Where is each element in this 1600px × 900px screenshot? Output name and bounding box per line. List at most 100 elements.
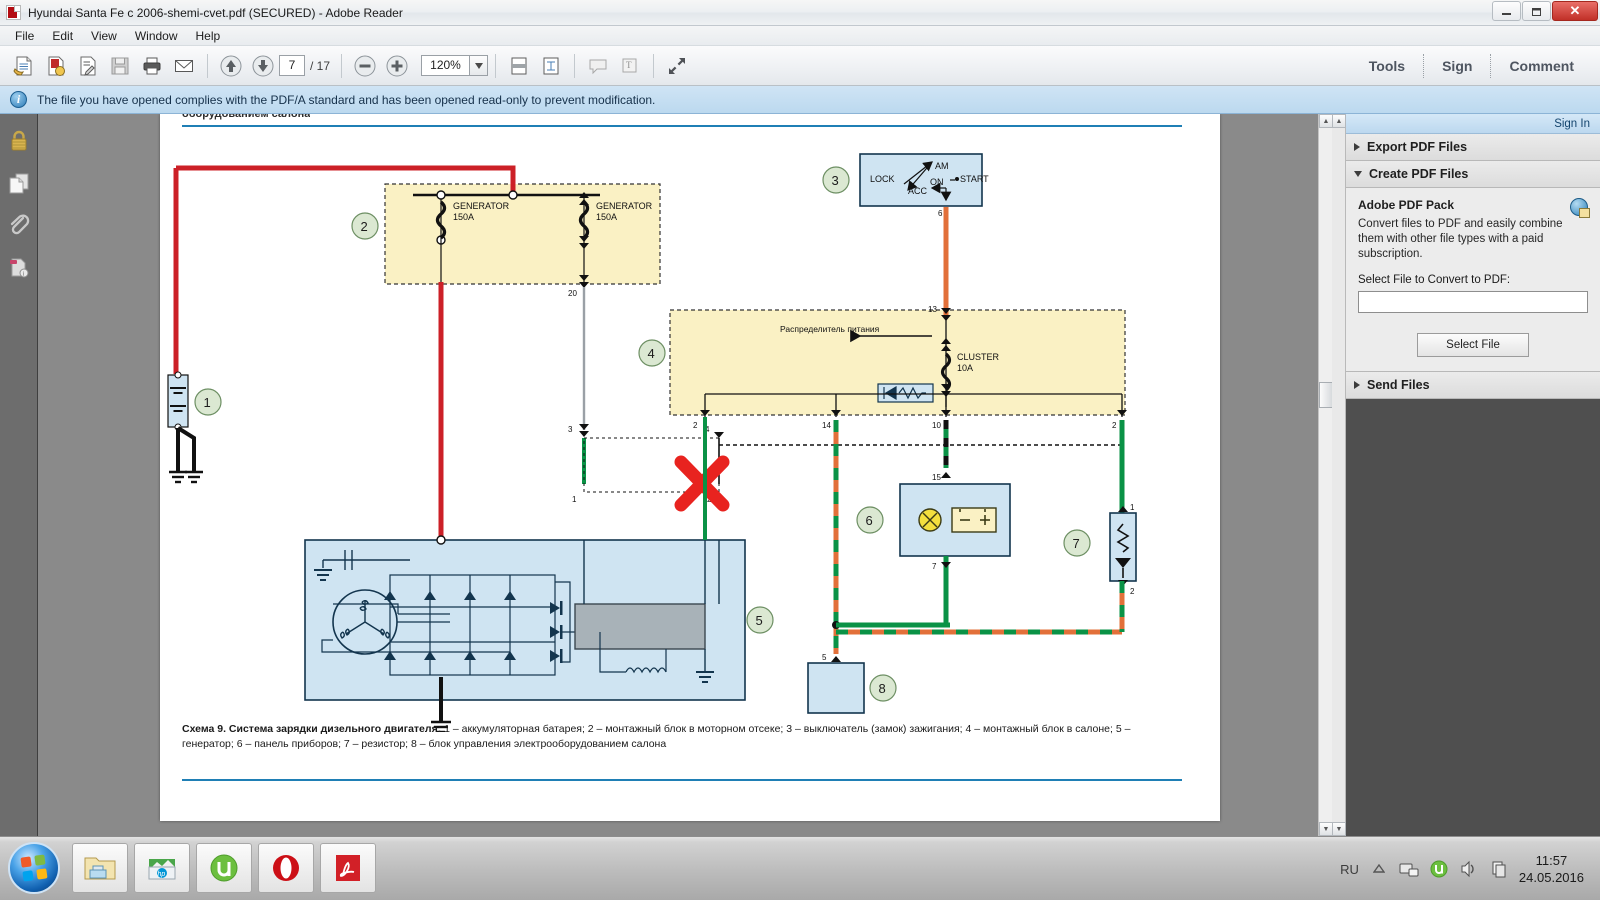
open-file-icon[interactable]: [9, 51, 39, 81]
window-title: Hyundai Santa Fe c 2006-shemi-cvet.pdf (…: [28, 5, 403, 20]
zoom-level-input[interactable]: 120%: [421, 55, 470, 76]
pin-13-label: 13: [928, 305, 937, 314]
sticky-note-icon[interactable]: [583, 51, 613, 81]
page-cutoff-text: оборудованием салона: [182, 114, 311, 120]
scrollbar-thumb[interactable]: [1319, 382, 1333, 408]
language-indicator[interactable]: RU: [1340, 862, 1359, 877]
edit-pdf-icon[interactable]: [73, 51, 103, 81]
pin-2-left-label: 2: [693, 421, 698, 430]
chevron-down-icon[interactable]: [469, 55, 489, 76]
document-viewport[interactable]: оборудованием салона GENERATOR 150A GENE…: [38, 114, 1332, 836]
ignition-start-label: START: [960, 174, 989, 184]
fit-page-icon[interactable]: [536, 51, 566, 81]
page-total-label: / 17: [310, 58, 331, 73]
menu-bar: File Edit View Window Help: [0, 26, 1600, 46]
comment-button[interactable]: Comment: [1491, 54, 1592, 78]
pin-15-label: 15: [932, 473, 941, 482]
callout-1: 1: [194, 388, 222, 416]
menu-view[interactable]: View: [82, 28, 126, 44]
fuse-generator-left-label: GENERATOR: [453, 201, 510, 211]
hp-folder-icon[interactable]: hp: [134, 843, 190, 893]
adobe-reader-icon[interactable]: [320, 843, 376, 893]
fit-width-icon[interactable]: [504, 51, 534, 81]
highlight-text-icon[interactable]: T: [615, 51, 645, 81]
utorrent-icon[interactable]: [196, 843, 252, 893]
zoom-in-icon[interactable]: [382, 51, 412, 81]
volume-icon[interactable]: [1459, 859, 1479, 879]
sign-in-link[interactable]: Sign In: [1554, 118, 1590, 130]
svg-text:T: T: [626, 60, 632, 70]
attachments-paperclip-icon[interactable]: [4, 210, 34, 240]
figure-caption-title: Схема 9. Система зарядки дизельного двиг…: [182, 723, 442, 735]
globe-icon: [1570, 198, 1590, 218]
page-rule-bottom: [182, 779, 1182, 781]
pin-7-label: 7: [932, 562, 937, 571]
select-file-input[interactable]: [1358, 291, 1588, 313]
document-scrollbar[interactable]: ▲ ▼: [1318, 114, 1333, 836]
next-page-icon[interactable]: [248, 51, 278, 81]
scroll-down-icon[interactable]: ▼: [1319, 822, 1333, 836]
svg-text:6: 6: [866, 513, 873, 528]
red-x-annotation: [674, 455, 730, 512]
page-thumbnails-icon[interactable]: [4, 168, 34, 198]
menu-edit[interactable]: Edit: [43, 28, 82, 44]
previous-page-icon[interactable]: [216, 51, 246, 81]
chevron-down-icon: [1354, 171, 1362, 177]
menu-help[interactable]: Help: [187, 28, 230, 44]
svg-text:5: 5: [756, 613, 763, 628]
create-pdf-icon[interactable]: [41, 51, 71, 81]
callout-8: 8: [869, 674, 897, 702]
page-rule-top: [182, 125, 1182, 127]
close-button[interactable]: ✕: [1552, 1, 1598, 21]
tools-scroll-down-icon[interactable]: ▼: [1332, 822, 1346, 836]
sign-button[interactable]: Sign: [1424, 54, 1490, 78]
callout-4: 4: [638, 339, 666, 367]
maximize-button[interactable]: [1522, 1, 1551, 21]
read-mode-icon[interactable]: [662, 51, 692, 81]
email-icon[interactable]: [169, 51, 199, 81]
power-distributor-label: Распределитель питания: [780, 324, 880, 334]
right-toolbar-buttons: Tools Sign Comment: [1351, 46, 1592, 86]
info-icon: i: [10, 91, 27, 108]
pdf-page: оборудованием салона GENERATOR 150A GENE…: [160, 114, 1220, 821]
show-hidden-icons-icon[interactable]: [1369, 859, 1389, 879]
section-create-pdf-files[interactable]: Create PDF Files: [1346, 161, 1600, 188]
clock[interactable]: 11:57 24.05.2016: [1519, 852, 1584, 886]
minimize-button[interactable]: [1492, 1, 1521, 21]
section-send-files[interactable]: Send Files: [1346, 372, 1600, 399]
section-export-label: Export PDF Files: [1367, 140, 1468, 154]
fuse-generator-left-rating: 150A: [453, 212, 474, 222]
ignition-am-label: AM: [935, 161, 949, 171]
callout-2: 2: [351, 212, 379, 240]
navigation-rail: i: [0, 114, 38, 836]
chevron-right-icon: [1354, 381, 1360, 389]
clock-time: 11:57: [1535, 853, 1568, 868]
security-lock-icon[interactable]: [4, 126, 34, 156]
tools-pane-content: Sign In Export PDF Files Create PDF File…: [1346, 114, 1600, 836]
tools-button[interactable]: Tools: [1351, 54, 1423, 78]
menu-window[interactable]: Window: [126, 28, 187, 44]
windows-explorer-icon[interactable]: [72, 843, 128, 893]
select-file-button[interactable]: Select File: [1417, 333, 1529, 357]
opera-icon[interactable]: [258, 843, 314, 893]
menu-file[interactable]: File: [6, 28, 43, 44]
tools-scroll-up-icon[interactable]: ▲: [1332, 114, 1346, 128]
utorrent-tray-icon[interactable]: [1429, 859, 1449, 879]
pin-10-label: 10: [932, 421, 941, 430]
section-export-pdf-files[interactable]: Export PDF Files: [1346, 134, 1600, 161]
svg-text:1: 1: [204, 395, 211, 410]
window-controls: ✕: [1492, 1, 1598, 21]
network-icon[interactable]: [1399, 859, 1419, 879]
zoom-out-icon[interactable]: [350, 51, 380, 81]
pin-2-right-label: 2: [1112, 421, 1117, 430]
action-center-icon[interactable]: [1489, 859, 1509, 879]
scroll-up-icon[interactable]: ▲: [1319, 114, 1333, 128]
start-button[interactable]: [8, 842, 60, 894]
pin-6-label: 6: [938, 209, 943, 218]
print-icon[interactable]: [137, 51, 167, 81]
tools-pane-scrollbar[interactable]: ▲ ▼: [1332, 114, 1346, 836]
page-number-input[interactable]: 7: [279, 55, 305, 76]
save-icon[interactable]: [105, 51, 135, 81]
ignition-on-label: ON: [930, 177, 944, 187]
document-properties-icon[interactable]: i: [4, 252, 34, 282]
